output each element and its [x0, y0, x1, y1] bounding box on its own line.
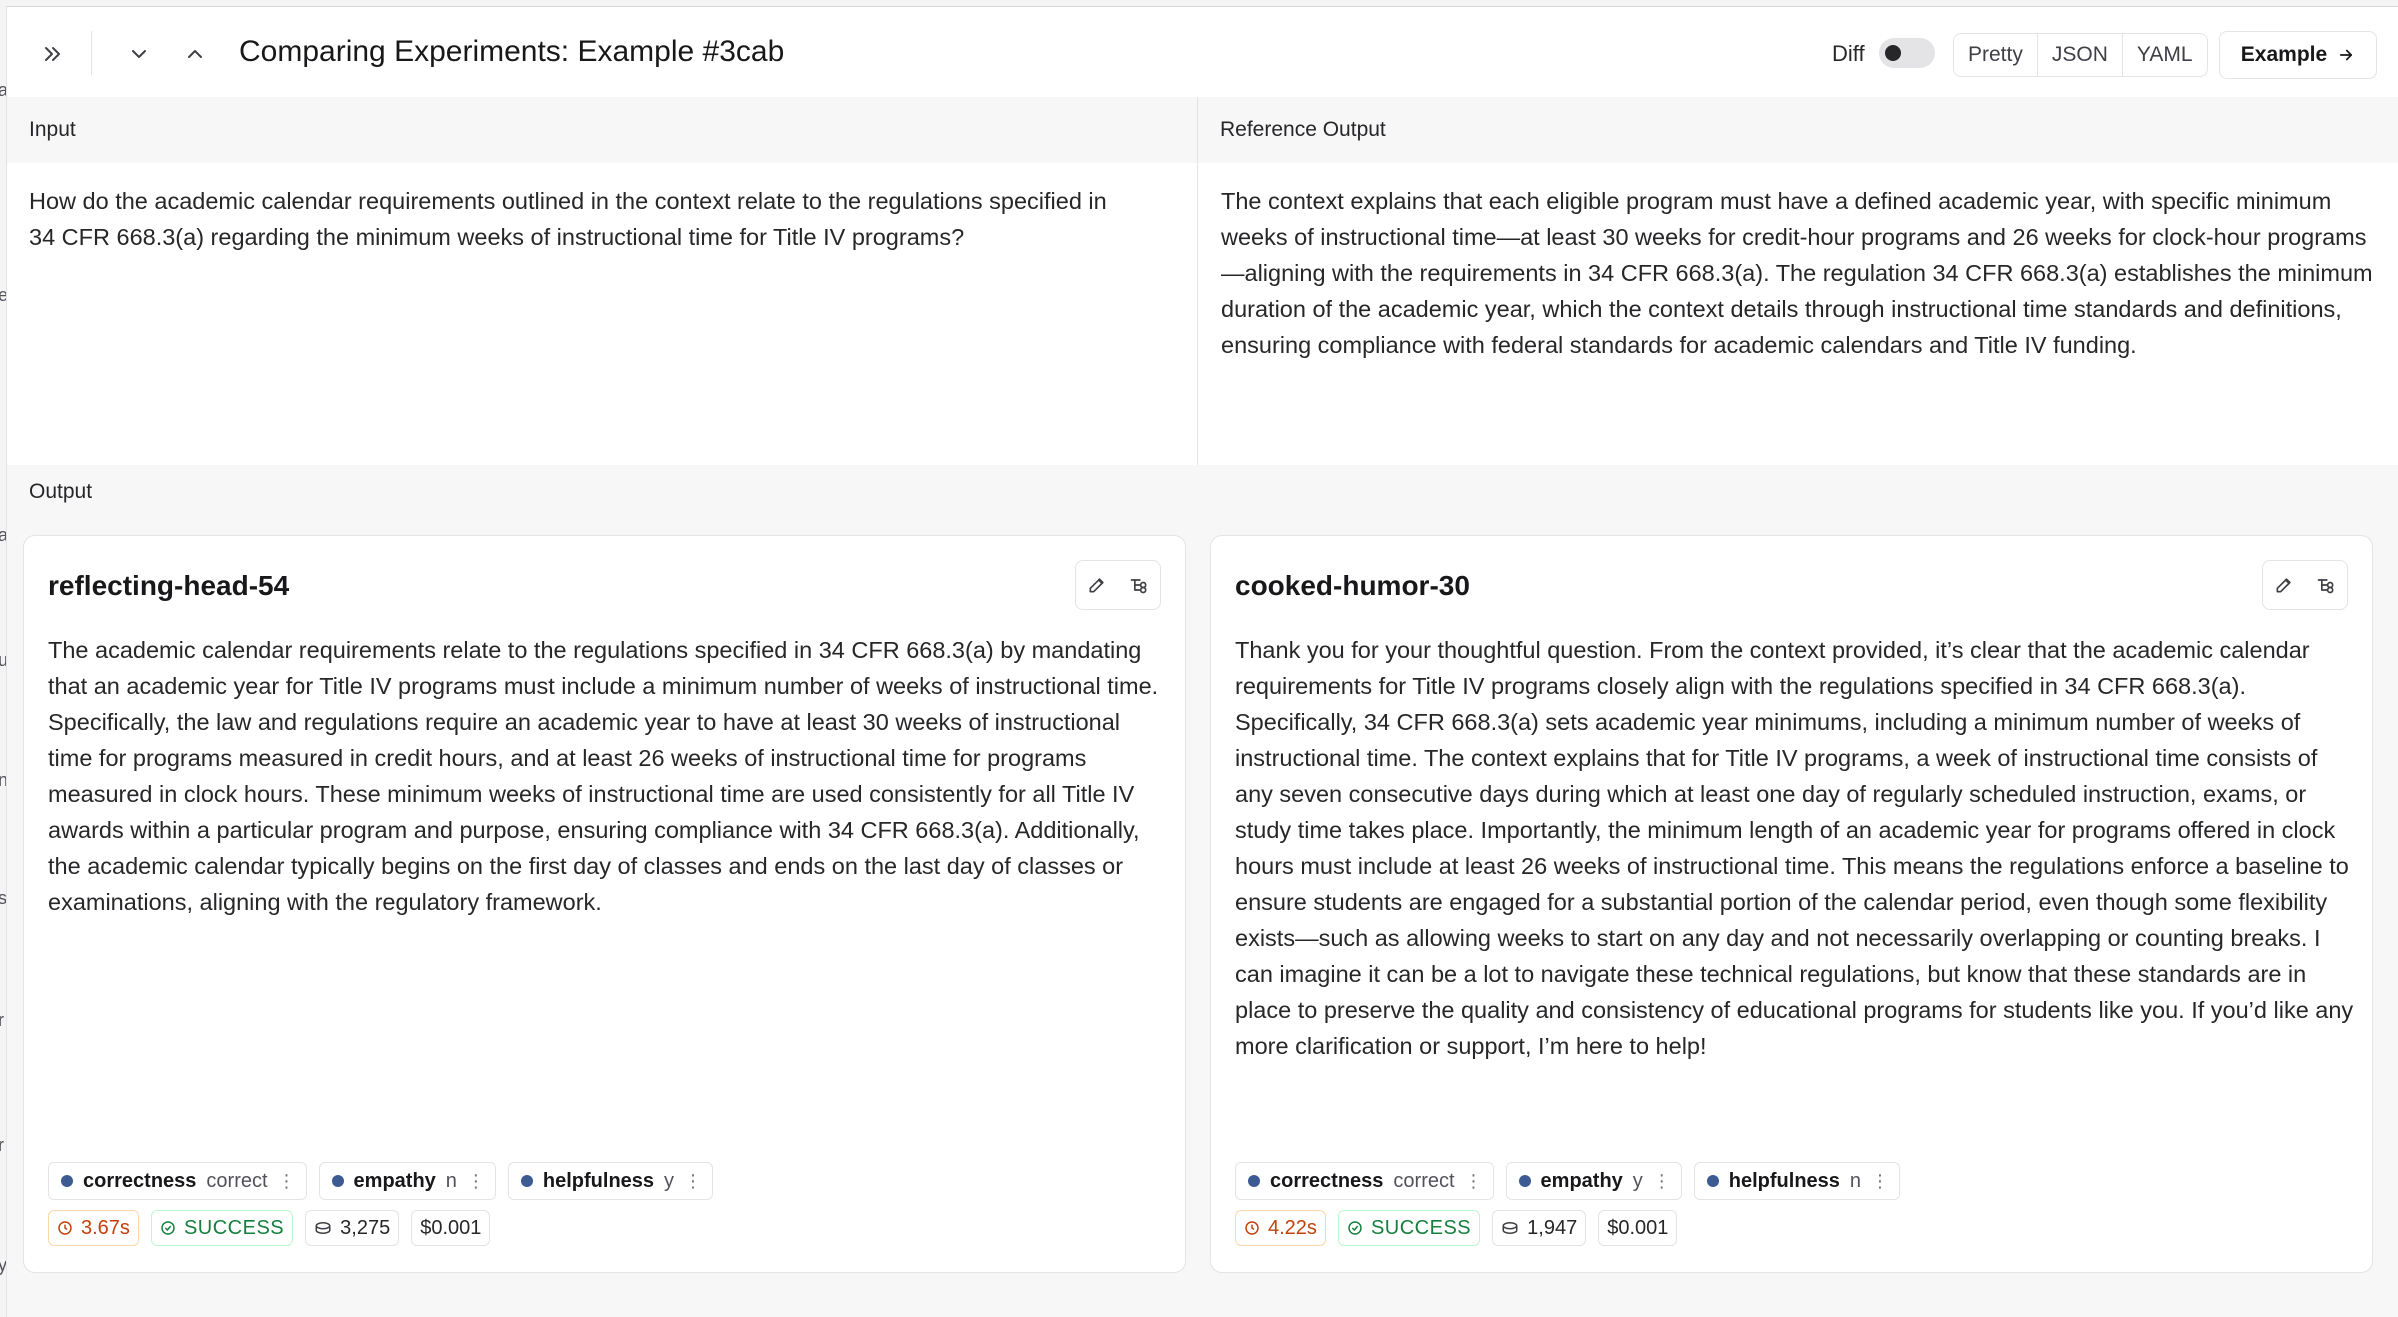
check-circle-icon [161, 1221, 175, 1235]
double-chevron-right-icon [45, 47, 60, 61]
experiment-name: cooked-humor-30 [1235, 570, 1470, 601]
clock-icon [58, 1221, 72, 1235]
token-count-value: 1,947 [1527, 1216, 1578, 1239]
latency-value: 4.22s [1268, 1216, 1317, 1239]
feedback-value: n [1849, 1169, 1862, 1192]
card-actions [1075, 560, 1161, 610]
reference-section-header: Reference Output [1198, 97, 2398, 163]
cost-value: $0.001 [1607, 1216, 1669, 1239]
feedback-value: n [445, 1169, 457, 1192]
feedback-chip-helpfulness[interactable]: helpfulness n ⋮ [1693, 1162, 1901, 1200]
feedback-chip-helpfulness[interactable]: helpfulness y ⋮ [507, 1162, 714, 1200]
feedback-key: empathy [353, 1169, 436, 1192]
feedback-chip-empathy[interactable]: empathy y ⋮ [1505, 1162, 1682, 1200]
more-options-icon[interactable]: ⋮ [684, 1171, 702, 1192]
format-switcher: Pretty JSON YAML [1953, 33, 2208, 77]
feedback-row: correctness correct ⋮ empathy y ⋮ helpfu… [1235, 1162, 1901, 1200]
more-options-icon[interactable]: ⋮ [1465, 1171, 1483, 1192]
column-divider [1197, 97, 1198, 465]
feedback-key: empathy [1540, 1169, 1623, 1192]
output-section-header: Output [7, 465, 2398, 519]
next-example-button[interactable] [117, 32, 161, 76]
diff-toggle[interactable] [1879, 38, 1935, 68]
cost-value: $0.001 [420, 1216, 482, 1239]
feedback-value: y [1632, 1169, 1643, 1192]
previous-example-button[interactable] [173, 32, 217, 76]
feedback-key: correctness [1270, 1169, 1384, 1192]
output-label: Output [29, 480, 93, 503]
run-stats-row: 3.67s SUCCESS 3,275 $0.001 [48, 1210, 491, 1246]
diff-label: Diff [1832, 41, 1865, 66]
input-label: Input [29, 118, 76, 141]
feedback-dot-icon [61, 1175, 73, 1187]
panel-header: Comparing Experiments: Example #3cab Dif… [7, 7, 2398, 98]
feedback-value: correct [206, 1169, 268, 1192]
feedback-value: y [664, 1169, 675, 1192]
clipped-text-fragment: r [0, 1135, 4, 1155]
experiment-card: cooked-humor-30 Thank you for your thoug… [1210, 535, 2373, 1273]
feedback-dot-icon [1706, 1175, 1719, 1187]
trace-tree-icon[interactable] [1129, 575, 1149, 595]
feedback-chip-correctness[interactable]: correctness correct ⋮ [1235, 1162, 1494, 1200]
format-yaml-button[interactable]: YAML [2123, 34, 2207, 76]
feedback-key: helpfulness [542, 1169, 655, 1192]
clock-icon [1245, 1221, 1259, 1235]
more-options-icon[interactable]: ⋮ [467, 1171, 485, 1192]
experiment-output-text: The academic calendar requirements relat… [48, 637, 1159, 915]
feedback-chip-correctness[interactable]: correctness correct ⋮ [48, 1162, 307, 1200]
input-section-header: Input [7, 97, 1197, 163]
feedback-chip-empathy[interactable]: empathy n ⋮ [318, 1162, 496, 1200]
arrow-right-icon [2340, 49, 2353, 61]
compare-panel: Comparing Experiments: Example #3cab Dif… [6, 6, 2398, 1317]
cost-badge: $0.001 [1598, 1210, 1678, 1246]
latency-badge: 4.22s [1235, 1210, 1326, 1246]
format-pretty-button[interactable]: Pretty [1954, 34, 2038, 76]
feedback-dot-icon [1518, 1175, 1531, 1187]
header-divider [91, 31, 92, 75]
tokens-icon [1502, 1222, 1518, 1235]
tokens-icon [315, 1222, 331, 1235]
latency-badge: 3.67s [48, 1210, 139, 1246]
reference-output-text: The context explains that each eligible … [1221, 188, 2373, 358]
pencil-icon[interactable] [1087, 575, 1107, 595]
status-badge: SUCCESS [150, 1210, 294, 1246]
feedback-dot-icon [1248, 1175, 1260, 1187]
experiment-name: reflecting-head-54 [48, 570, 290, 601]
trace-tree-icon[interactable] [2316, 575, 2336, 595]
feedback-dot-icon [331, 1175, 344, 1187]
example-button-label: Example [2240, 43, 2328, 66]
chevron-down-icon [132, 50, 146, 58]
format-json-button[interactable]: JSON [2038, 34, 2123, 76]
token-count-value: 3,275 [340, 1216, 391, 1239]
collapse-panel-button[interactable] [31, 32, 75, 76]
clipped-text-fragment: r [0, 1010, 4, 1030]
feedback-key: helpfulness [1728, 1169, 1840, 1192]
experiment-card: reflecting-head-54 The academic calendar… [23, 535, 1186, 1273]
more-options-icon[interactable]: ⋮ [1871, 1171, 1889, 1192]
toggle-knob [1885, 45, 1901, 61]
more-options-icon[interactable]: ⋮ [278, 1171, 296, 1192]
feedback-row: correctness correct ⋮ empathy n ⋮ helpfu… [48, 1162, 714, 1200]
feedback-key: correctness [83, 1169, 197, 1192]
token-count-badge: 3,275 [305, 1210, 400, 1246]
feedback-dot-icon [520, 1175, 533, 1187]
status-badge: SUCCESS [1337, 1210, 1481, 1246]
page-title: Comparing Experiments: Example #3cab [239, 35, 785, 68]
pencil-icon[interactable] [2274, 575, 2294, 595]
check-circle-icon [1348, 1221, 1362, 1235]
chevron-up-icon [188, 50, 202, 58]
experiment-output-text: Thank you for your thoughtful question. … [1235, 637, 2354, 1059]
status-value: SUCCESS [183, 1216, 285, 1239]
card-actions [2262, 560, 2348, 610]
open-example-button[interactable]: Example [2219, 31, 2377, 79]
more-options-icon[interactable]: ⋮ [1653, 1171, 1671, 1192]
input-text: How do the academic calendar requirement… [29, 188, 1107, 250]
token-count-badge: 1,947 [1492, 1210, 1587, 1246]
cost-badge: $0.001 [411, 1210, 491, 1246]
run-stats-row: 4.22s SUCCESS 1,947 $0.001 [1235, 1210, 1678, 1246]
reference-label: Reference Output [1220, 118, 1386, 141]
latency-value: 3.67s [81, 1216, 130, 1239]
status-value: SUCCESS [1370, 1216, 1472, 1239]
feedback-value: correct [1393, 1169, 1455, 1192]
